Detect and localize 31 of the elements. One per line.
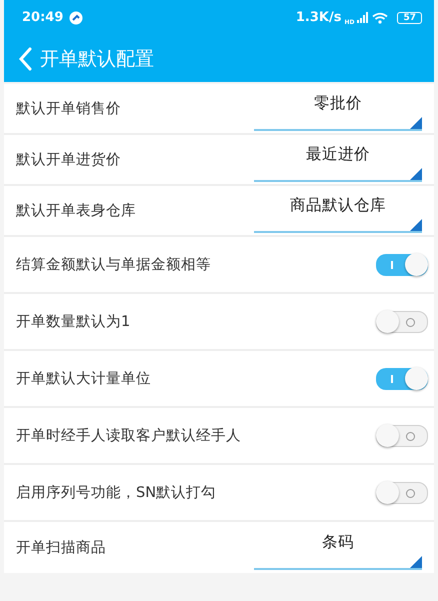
corner-triangle-icon bbox=[410, 556, 422, 568]
toggle-switch[interactable] bbox=[376, 254, 428, 276]
app-icon bbox=[69, 10, 84, 24]
wifi-icon bbox=[372, 12, 388, 24]
back-button[interactable] bbox=[18, 46, 32, 70]
dropdown[interactable]: 条码 bbox=[254, 532, 422, 570]
toggle-switch[interactable] bbox=[376, 310, 428, 332]
setting-label: 启用序列号功能，SN默认打勾 bbox=[16, 484, 216, 502]
setting-label: 默认开单进货价 bbox=[16, 151, 121, 169]
corner-triangle-icon bbox=[410, 116, 422, 128]
setting-label: 开单时经手人读取客户默认经手人 bbox=[16, 426, 241, 445]
setting-label: 开单默认大计量单位 bbox=[16, 370, 151, 388]
battery-level: 57 bbox=[397, 12, 422, 24]
page-title: 开单默认配置 bbox=[40, 46, 154, 72]
toggle-switch[interactable] bbox=[376, 482, 428, 504]
setting-label: 结算金额默认与单据金额相等 bbox=[16, 256, 211, 274]
corner-triangle-icon bbox=[410, 168, 422, 180]
setting-label: 开单扫描商品 bbox=[16, 538, 106, 557]
dropdown[interactable]: 最近进价 bbox=[254, 144, 422, 182]
corner-triangle-icon bbox=[410, 218, 422, 230]
toggle-switch[interactable] bbox=[376, 368, 428, 390]
setting-label: 默认开单表身仓库 bbox=[16, 202, 136, 220]
setting-label: 默认开单销售价 bbox=[16, 100, 121, 118]
setting-label: 开单数量默认为1 bbox=[16, 313, 130, 331]
back-icon bbox=[18, 46, 32, 70]
network-speed: 1.3K/s bbox=[296, 10, 342, 25]
dropdown[interactable]: 零批价 bbox=[254, 92, 422, 130]
toggle-switch[interactable] bbox=[376, 424, 428, 446]
clock-time: 20:49 bbox=[22, 10, 64, 25]
dropdown[interactable]: 商品默认仓库 bbox=[254, 194, 422, 232]
signal-icon bbox=[357, 12, 370, 23]
